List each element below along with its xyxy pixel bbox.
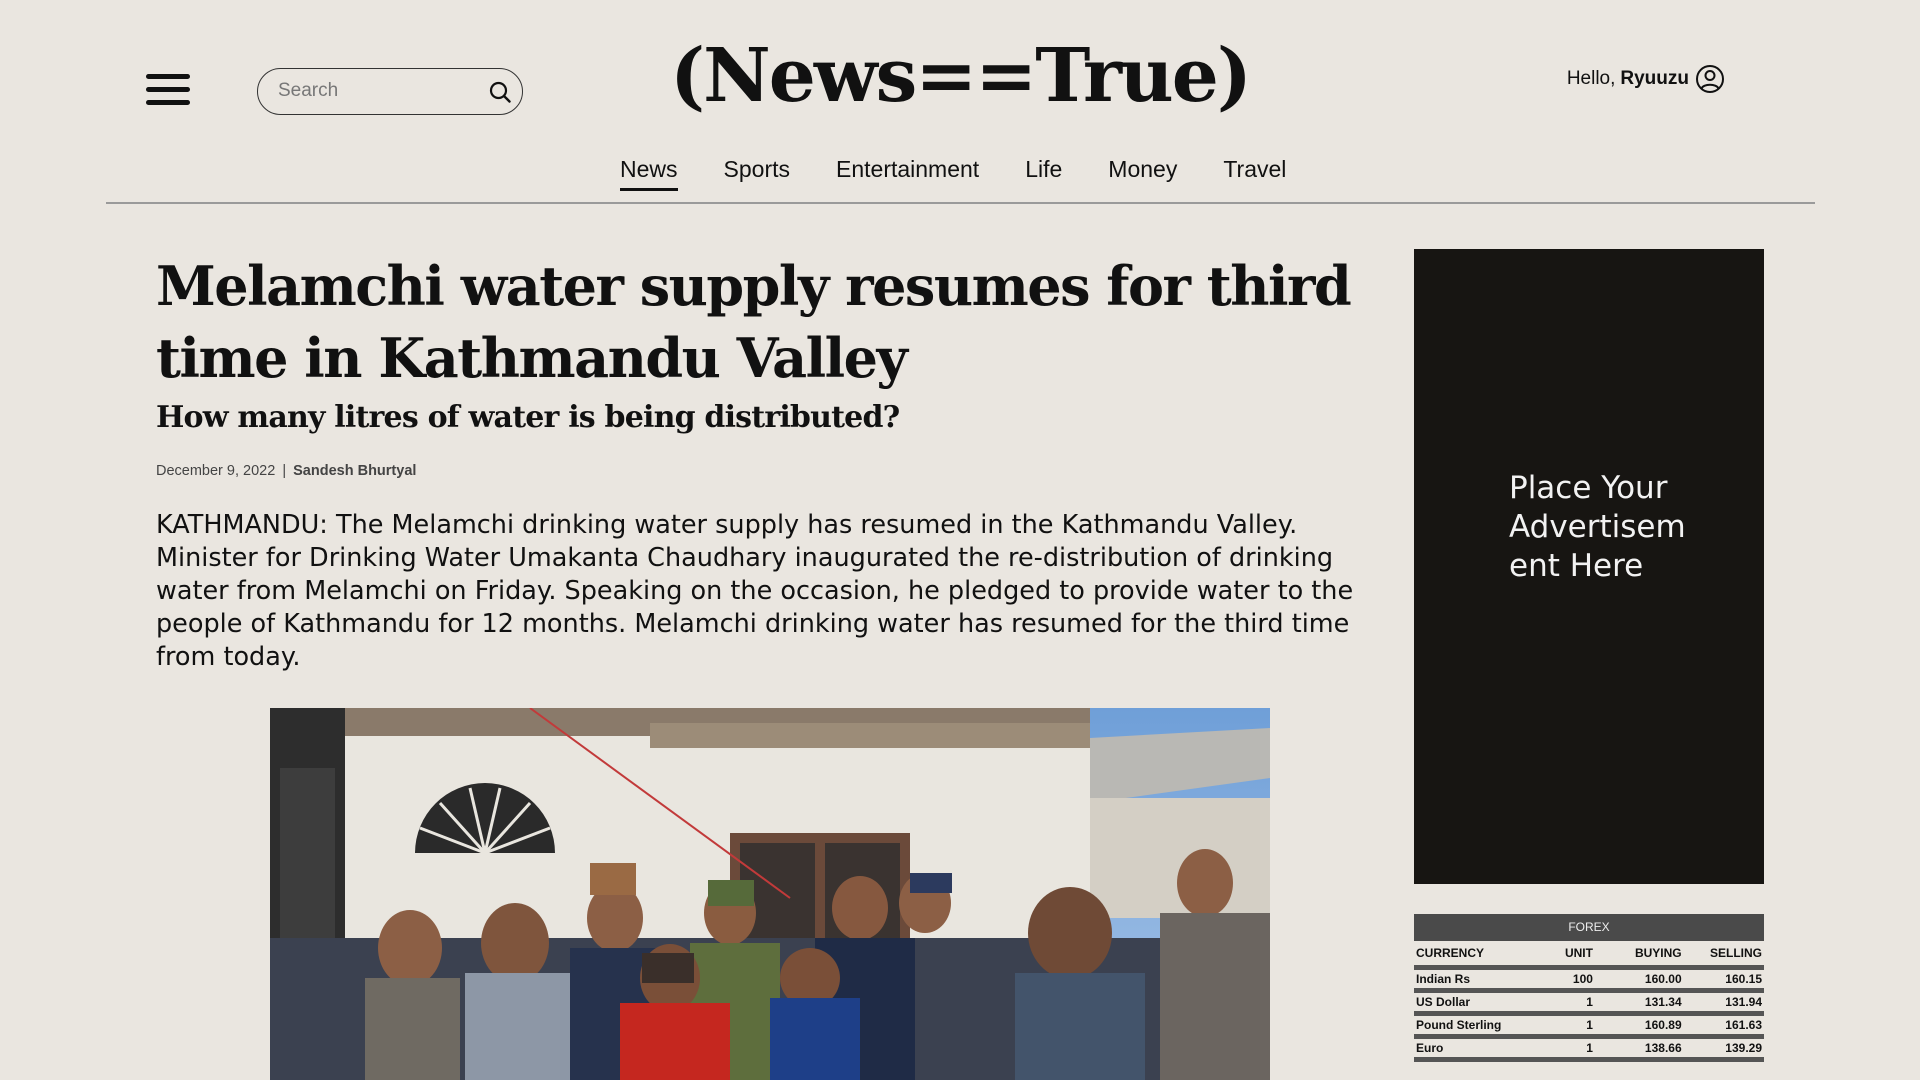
table-row: Euro 1 138.66 139.29 <box>1414 1036 1764 1062</box>
forex-col-buying: BUYING <box>1610 941 1684 970</box>
forex-unit: 100 <box>1542 967 1611 993</box>
hamburger-line <box>146 100 190 105</box>
forex-unit: 1 <box>1542 990 1611 1016</box>
forex-currency: US Dollar <box>1414 990 1543 1016</box>
table-row: Indian Rs 100 160.00 160.15 <box>1414 967 1764 993</box>
nav-item-travel[interactable]: Travel <box>1223 156 1286 189</box>
forex-selling: 160.15 <box>1683 967 1764 993</box>
main-nav: News Sports Entertainment Life Money Tra… <box>620 156 1286 191</box>
forex-selling: 131.94 <box>1683 990 1764 1016</box>
forex-currency: Indian Rs <box>1414 967 1543 993</box>
hamburger-line <box>146 74 190 79</box>
forex-buying: 160.89 <box>1610 1013 1684 1039</box>
advertisement-banner[interactable]: Place Your Advertisement Here <box>1414 249 1764 884</box>
article-author[interactable]: Sandesh Bhurtyal <box>293 463 416 479</box>
site-logo[interactable]: (News==True) <box>560 35 1360 117</box>
forex-unit: 1 <box>1542 1036 1611 1062</box>
forex-currency: Euro <box>1414 1036 1543 1062</box>
forex-selling: 161.63 <box>1683 1013 1764 1039</box>
forex-unit: 1 <box>1542 1013 1611 1039</box>
forex-currency: Pound Sterling <box>1414 1013 1543 1039</box>
forex-buying: 131.34 <box>1610 990 1684 1016</box>
article-subheadline: How many litres of water is being distri… <box>156 400 900 435</box>
forex-title: FOREX <box>1414 914 1764 941</box>
username: Ryuuzu <box>1620 68 1689 89</box>
user-profile-icon[interactable] <box>1695 64 1725 94</box>
article: Melamchi water supply resumes for third … <box>156 250 1356 674</box>
forex-header-row: CURRENCY UNIT BUYING SELLING <box>1414 941 1764 970</box>
forex-buying: 138.66 <box>1610 1036 1684 1062</box>
hamburger-menu-icon[interactable] <box>146 72 192 108</box>
article-photo <box>270 708 1270 1080</box>
article-headline: Melamchi water supply resumes for third … <box>156 254 1352 390</box>
advertisement-text: Place Your Advertisement Here <box>1509 470 1686 584</box>
search-icon[interactable] <box>488 80 512 104</box>
nav-item-sports[interactable]: Sports <box>724 156 790 189</box>
article-body: KATHMANDU: The Melamchi drinking water s… <box>156 510 1354 672</box>
meta-separator: | <box>282 463 287 479</box>
site-header: (News==True) Hello, Ryuuzu News Sports E… <box>0 0 1920 204</box>
article-photo-illustration <box>270 708 1270 1080</box>
hamburger-line <box>146 87 190 92</box>
forex-widget: FOREX CURRENCY UNIT BUYING SELLING India… <box>1414 914 1764 1062</box>
nav-item-entertainment[interactable]: Entertainment <box>836 156 979 189</box>
forex-col-selling: SELLING <box>1683 941 1764 970</box>
forex-buying: 160.00 <box>1610 967 1684 993</box>
forex-col-currency: CURRENCY <box>1414 941 1543 970</box>
table-row: Pound Sterling 1 160.89 161.63 <box>1414 1013 1764 1039</box>
user-greeting: Hello, Ryuuzu <box>1567 64 1725 94</box>
table-row: US Dollar 1 131.34 131.94 <box>1414 990 1764 1016</box>
nav-item-money[interactable]: Money <box>1108 156 1177 189</box>
forex-selling: 139.29 <box>1683 1036 1764 1062</box>
search-input[interactable] <box>278 69 478 113</box>
forex-table: CURRENCY UNIT BUYING SELLING Indian Rs 1… <box>1414 941 1764 1062</box>
header-divider <box>106 202 1815 204</box>
nav-item-life[interactable]: Life <box>1025 156 1062 189</box>
article-meta: December 9, 2022 | Sandesh Bhurtyal <box>156 463 1356 479</box>
greeting-text: Hello, <box>1566 68 1616 89</box>
nav-item-news[interactable]: News <box>620 156 678 191</box>
search-box <box>257 68 523 115</box>
forex-col-unit: UNIT <box>1542 941 1611 970</box>
article-date: December 9, 2022 <box>156 463 276 479</box>
